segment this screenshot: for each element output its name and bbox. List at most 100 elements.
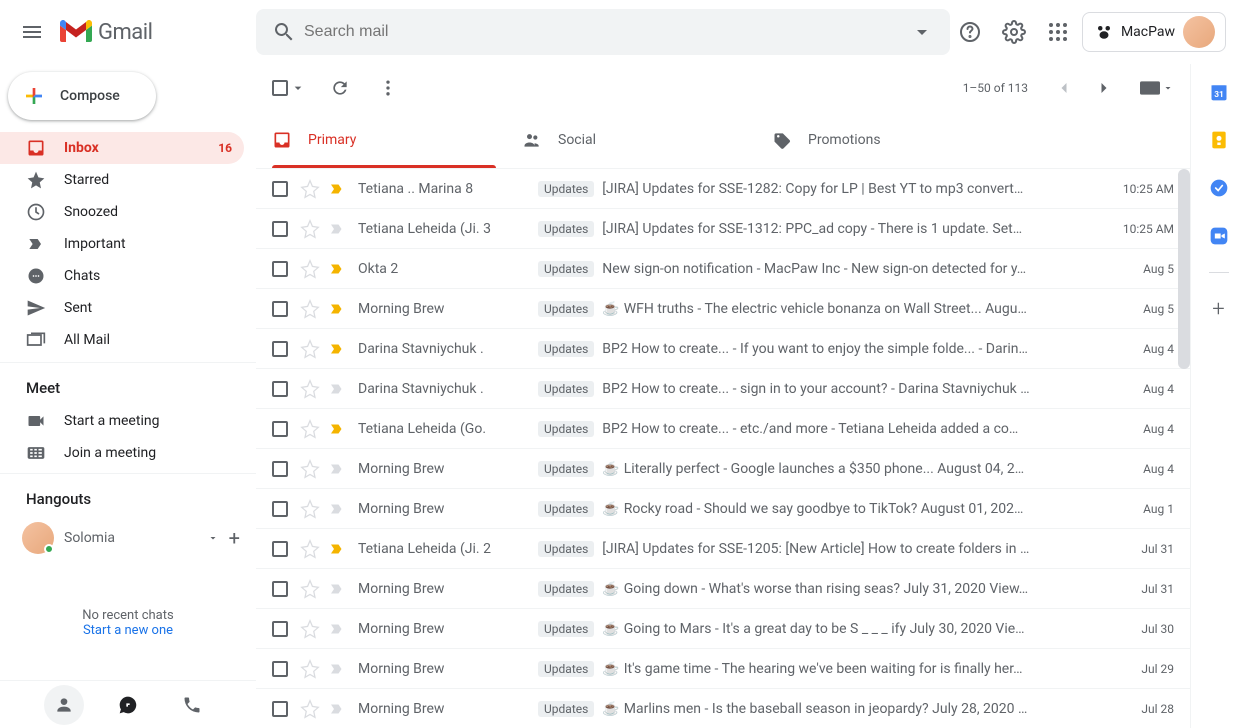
important-button[interactable] [328,500,346,518]
search-input[interactable] [304,23,902,41]
chevron-down-icon[interactable] [290,80,306,96]
tab-promotions[interactable]: Promotions [756,112,1006,168]
add-app-button[interactable]: + [1207,297,1231,321]
important-button[interactable] [328,380,346,398]
keep-app-button[interactable] [1207,128,1231,152]
email-checkbox[interactable] [272,381,288,397]
email-row[interactable]: Tetiana Leheida (Go. Updates BP2 How to … [256,409,1190,449]
email-row[interactable]: Morning Brew Updates ☕Going to Mars - It… [256,609,1190,649]
scrollbar[interactable] [1178,169,1190,728]
email-row[interactable]: Morning Brew Updates ☕Marlins men - Is t… [256,689,1190,728]
contacts-app-button[interactable] [1207,224,1231,248]
scrollbar-thumb[interactable] [1178,169,1190,369]
prev-page-button[interactable] [1048,72,1080,104]
star-button[interactable] [300,699,320,719]
email-checkbox[interactable] [272,261,288,277]
email-row[interactable]: Okta 2 Updates New sign-on notification … [256,249,1190,289]
email-row[interactable]: Tetiana Leheida (Ji. 2 Updates [JIRA] Up… [256,529,1190,569]
star-button[interactable] [300,299,320,319]
star-button[interactable] [300,339,320,359]
search-options-button[interactable] [902,12,942,52]
user-avatar[interactable] [1183,16,1215,48]
email-checkbox[interactable] [272,541,288,557]
next-page-button[interactable] [1088,72,1120,104]
email-checkbox[interactable] [272,341,288,357]
star-button[interactable] [300,619,320,639]
sidebar-item-chats[interactable]: Chats [0,260,244,292]
email-row[interactable]: Morning Brew Updates ☕Going down - What'… [256,569,1190,609]
compose-button[interactable]: Compose [8,72,156,120]
important-button[interactable] [328,260,346,278]
email-row[interactable]: Darina Stavniychuk . Updates BP2 How to … [256,369,1190,409]
star-button[interactable] [300,459,320,479]
email-row[interactable]: Tetiana .. Marina 8 Updates [JIRA] Updat… [256,169,1190,209]
settings-button[interactable] [994,12,1034,52]
input-tools-button[interactable] [1140,81,1174,95]
important-button[interactable] [328,300,346,318]
important-button[interactable] [328,540,346,558]
select-all-control[interactable] [272,80,306,96]
email-checkbox[interactable] [272,701,288,717]
important-button[interactable] [328,700,346,718]
important-button[interactable] [328,620,346,638]
important-button[interactable] [328,460,346,478]
email-checkbox[interactable] [272,221,288,237]
star-button[interactable] [300,579,320,599]
important-button[interactable] [328,580,346,598]
star-button[interactable] [300,179,320,199]
email-checkbox[interactable] [272,461,288,477]
tasks-app-button[interactable] [1207,176,1231,200]
sidebar-item-important[interactable]: Important [0,228,244,260]
email-row[interactable]: Morning Brew Updates ☕WFH truths - The e… [256,289,1190,329]
email-row[interactable]: Tetiana Leheida (Ji. 3 Updates [JIRA] Up… [256,209,1190,249]
star-button[interactable] [300,659,320,679]
star-button[interactable] [300,539,320,559]
select-all-checkbox[interactable] [272,80,288,96]
email-row[interactable]: Morning Brew Updates ☕It's game time - T… [256,649,1190,689]
main-menu-button[interactable] [8,8,56,56]
email-row[interactable]: Morning Brew Updates ☕Rocky road - Shoul… [256,489,1190,529]
gmail-logo[interactable]: Gmail [60,20,152,45]
apps-button[interactable] [1038,12,1078,52]
new-chat-button[interactable]: + [229,526,240,550]
start-new-chat-link[interactable]: Start a new one [0,623,256,638]
star-button[interactable] [300,499,320,519]
search-button[interactable] [264,12,304,52]
sidebar-item-sent[interactable]: Sent [0,292,244,324]
email-checkbox[interactable] [272,621,288,637]
star-button[interactable] [300,219,320,239]
organization-badge[interactable]: MacPaw [1082,12,1226,52]
email-checkbox[interactable] [272,301,288,317]
hangouts-user-row[interactable]: Solomia + [0,516,256,560]
tab-primary[interactable]: Primary [256,112,506,168]
more-button[interactable] [374,74,402,102]
important-button[interactable] [328,420,346,438]
email-row[interactable]: Morning Brew Updates ☕Literally perfect … [256,449,1190,489]
star-button[interactable] [300,419,320,439]
star-button[interactable] [300,379,320,399]
join-meeting-button[interactable]: Join a meeting [0,437,256,469]
important-button[interactable] [328,340,346,358]
hangouts-phone-button[interactable] [172,685,212,725]
star-button[interactable] [300,259,320,279]
hangouts-chat-button[interactable] [108,685,148,725]
support-button[interactable] [950,12,990,52]
sidebar-item-snoozed[interactable]: Snoozed [0,196,244,228]
sidebar-item-all-mail[interactable]: All Mail [0,324,244,356]
email-checkbox[interactable] [272,581,288,597]
sidebar-item-starred[interactable]: Starred [0,164,244,196]
sidebar-item-inbox[interactable]: Inbox16 [0,132,244,164]
important-button[interactable] [328,660,346,678]
email-checkbox[interactable] [272,661,288,677]
tab-social[interactable]: Social [506,112,756,168]
email-checkbox[interactable] [272,181,288,197]
start-meeting-button[interactable]: Start a meeting [0,405,256,437]
important-button[interactable] [328,220,346,238]
calendar-app-button[interactable]: 31 [1207,80,1231,104]
important-button[interactable] [328,180,346,198]
email-checkbox[interactable] [272,421,288,437]
email-row[interactable]: Darina Stavniychuk . Updates BP2 How to … [256,329,1190,369]
hangouts-contacts-button[interactable] [44,685,84,725]
email-checkbox[interactable] [272,501,288,517]
refresh-button[interactable] [326,74,354,102]
